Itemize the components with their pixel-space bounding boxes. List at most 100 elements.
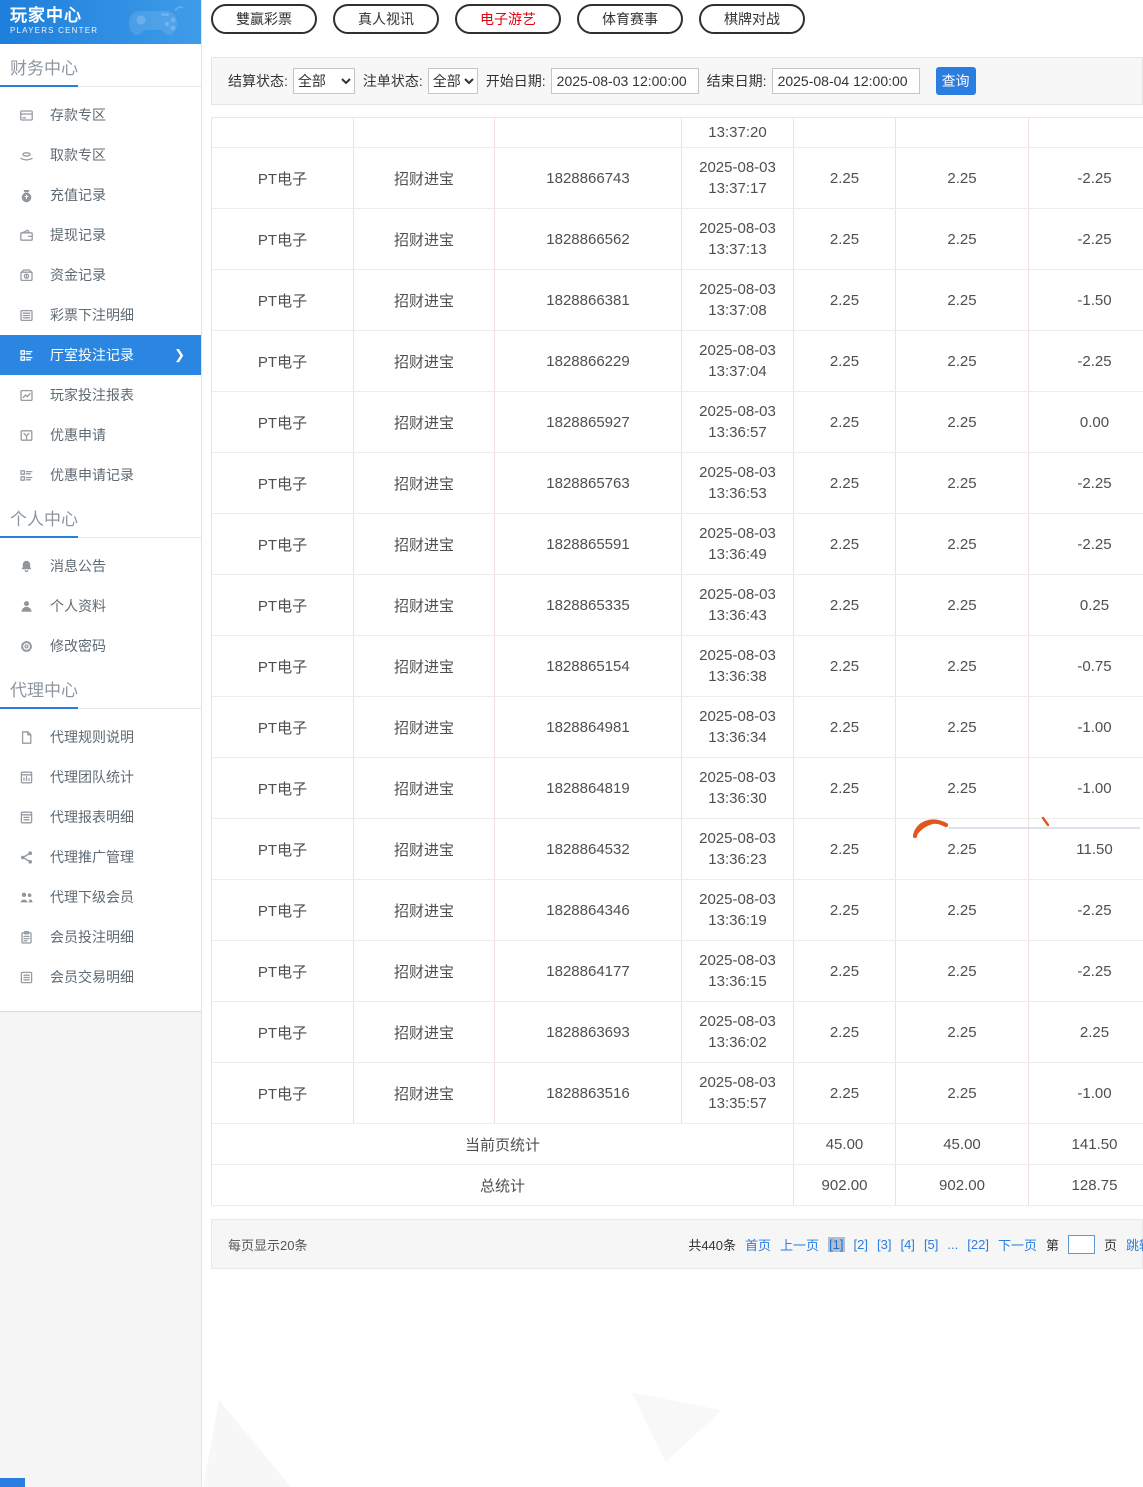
watermark-triangle <box>628 1388 722 1462</box>
table-row: PT电子 招财进宝 1828866562 2025-08-0313:37:13 … <box>212 209 1143 270</box>
start-date-input[interactable] <box>551 68 699 94</box>
section-divider <box>0 708 201 709</box>
cell-bet-amount: 2.25 <box>794 575 896 636</box>
tab-board-games[interactable]: 棋牌对战 <box>699 4 805 34</box>
cell-profit: -2.25 <box>1029 331 1143 392</box>
document-icon <box>19 729 35 745</box>
cell-valid-bet: 2.25 <box>896 575 1029 636</box>
tab-lottery[interactable]: 雙赢彩票 <box>211 4 317 34</box>
sidebar-item-deposit[interactable]: 存款专区 <box>0 95 201 135</box>
cell-profit: -2.25 <box>1029 941 1143 1002</box>
page-link-2[interactable]: [2] <box>854 1237 868 1252</box>
sidebar-logo: 玩家中心 PLAYERS CENTER <box>0 0 201 44</box>
pagination-controls: 共440条 首页 上一页 [1] [2] [3] [4] [5] ... [22… <box>688 1220 1143 1268</box>
end-date-input[interactable] <box>772 68 920 94</box>
cell-game: 招财进宝 <box>354 148 495 209</box>
cell-product: PT电子 <box>212 209 354 270</box>
cell-valid-bet: 2.25 <box>896 1002 1029 1063</box>
page-link-22[interactable]: [22] <box>967 1237 989 1252</box>
order-status-select[interactable]: 全部 <box>428 68 478 94</box>
sidebar-item-promo-apply-record[interactable]: 优惠申请记录 <box>0 455 201 495</box>
tab-electronic-games[interactable]: 电子游艺 <box>455 4 561 34</box>
sidebar-item-messages[interactable]: 消息公告 <box>0 546 201 586</box>
table-row: PT电子 招财进宝 1828866381 2025-08-0313:37:08 … <box>212 270 1143 331</box>
cell-product: PT电子 <box>212 331 354 392</box>
cell-valid-bet: 2.25 <box>896 453 1029 514</box>
table-row: PT电子 招财进宝 1828865591 2025-08-0313:36:49 … <box>212 514 1143 575</box>
cell-valid-bet: 2.25 <box>896 270 1029 331</box>
jump-suffix-label: 页 <box>1104 1235 1117 1254</box>
cell-datetime: 2025-08-0313:36:15 <box>682 941 794 1002</box>
clipboard-icon <box>19 929 35 945</box>
corner-accent <box>0 1478 25 1487</box>
sidebar-item-profile[interactable]: 个人资料 <box>0 586 201 626</box>
cell-datetime: 2025-08-0313:36:19 <box>682 880 794 941</box>
share-icon <box>19 849 35 865</box>
cell-bet-amount: 2.25 <box>794 453 896 514</box>
cell-game: 招财进宝 <box>354 880 495 941</box>
jump-page-input[interactable] <box>1068 1235 1095 1254</box>
sidebar-item-agent-sub-members[interactable]: 代理下级会员 <box>0 877 201 917</box>
cell-game: 招财进宝 <box>354 392 495 453</box>
cell-bet-amount: 2.25 <box>794 270 896 331</box>
cell-bet-amount: 2.25 <box>794 636 896 697</box>
jump-prefix-label: 第 <box>1046 1235 1059 1254</box>
cell-datetime: 2025-08-0313:37:08 <box>682 270 794 331</box>
pages-ellipsis: ... <box>947 1237 958 1252</box>
cell-order-no: 1828866229 <box>495 331 682 392</box>
page-link-5[interactable]: [5] <box>924 1237 938 1252</box>
sidebar-item-agent-rules[interactable]: 代理规则说明 <box>0 717 201 757</box>
table-row: PT电子 招财进宝 1828865927 2025-08-0313:36:57 … <box>212 392 1143 453</box>
cell-order-no: 1828865591 <box>495 514 682 575</box>
settle-status-select[interactable]: 全部 <box>293 68 355 94</box>
cell-profit: 0.25 <box>1029 575 1143 636</box>
cell-bet-amount: 2.25 <box>794 1002 896 1063</box>
main-content: 雙赢彩票 真人视讯 电子游艺 体育赛事 棋牌对战 结算状态: 全部 注单状态: … <box>211 0 1143 1269</box>
sidebar-item-withdraw-record[interactable]: 提现记录 <box>0 215 201 255</box>
sidebar-item-funds-record[interactable]: 资金记录 <box>0 255 201 295</box>
first-page-link[interactable]: 首页 <box>745 1235 771 1254</box>
page-link-4[interactable]: [4] <box>900 1237 914 1252</box>
sidebar-item-lottery-bet-detail[interactable]: 彩票下注明细 <box>0 295 201 335</box>
sidebar-item-agent-report-detail[interactable]: 代理报表明细 <box>0 797 201 837</box>
withdraw-hand-icon <box>19 147 35 163</box>
partial-row: 13:37:20 <box>212 118 1143 148</box>
per-page-label: 每页显示20条 <box>228 1235 307 1254</box>
table-row: PT电子 招财进宝 1828863516 2025-08-0313:35:57 … <box>212 1063 1143 1124</box>
sidebar: 玩家中心 PLAYERS CENTER 财务中心 存款专区 取款专区 充值记录 … <box>0 0 202 1487</box>
cell-bet-amount: 2.25 <box>794 209 896 270</box>
page-link-1[interactable]: [1] <box>828 1237 844 1252</box>
sidebar-item-change-password[interactable]: 修改密码 <box>0 626 201 666</box>
prev-page-link[interactable]: 上一页 <box>780 1235 819 1254</box>
cell-datetime: 2025-08-0313:37:17 <box>682 148 794 209</box>
cell-bet-amount: 2.25 <box>794 392 896 453</box>
cell-product: PT电子 <box>212 880 354 941</box>
grid-list-icon <box>19 467 35 483</box>
sidebar-item-member-transaction-detail[interactable]: 会员交易明细 <box>0 957 201 997</box>
cell-game: 招财进宝 <box>354 636 495 697</box>
cell-product: PT电子 <box>212 941 354 1002</box>
query-button[interactable]: 查询 <box>936 67 976 95</box>
sidebar-item-member-bet-detail[interactable]: 会员投注明细 <box>0 917 201 957</box>
jump-button[interactable]: 跳转 <box>1126 1235 1143 1254</box>
section-header-finance: 财务中心 <box>0 44 201 86</box>
cell-game: 招财进宝 <box>354 697 495 758</box>
cell-product: PT电子 <box>212 636 354 697</box>
sidebar-item-promo-apply[interactable]: 优惠申请 <box>0 415 201 455</box>
sidebar-item-hall-bet-record[interactable]: 厅室投注记录 ❯ <box>0 335 201 375</box>
sidebar-item-agent-promotion[interactable]: 代理推广管理 <box>0 837 201 877</box>
chevron-right-icon: ❯ <box>174 347 185 363</box>
next-page-link[interactable]: 下一页 <box>998 1235 1037 1254</box>
cell-product: PT电子 <box>212 758 354 819</box>
tab-live-casino[interactable]: 真人视讯 <box>333 4 439 34</box>
cell-profit: 11.50 <box>1029 819 1143 880</box>
cell-game: 招财进宝 <box>354 758 495 819</box>
sidebar-item-player-bet-report[interactable]: 玩家投注报表 <box>0 375 201 415</box>
cell-datetime: 2025-08-0313:36:53 <box>682 453 794 514</box>
sidebar-item-agent-team-stats[interactable]: 代理团队统计 <box>0 757 201 797</box>
page-link-3[interactable]: [3] <box>877 1237 891 1252</box>
sidebar-item-withdraw[interactable]: 取款专区 <box>0 135 201 175</box>
tab-sports[interactable]: 体育赛事 <box>577 4 683 34</box>
sidebar-item-recharge-record[interactable]: 充值记录 <box>0 175 201 215</box>
section-header-agent: 代理中心 <box>0 666 201 708</box>
